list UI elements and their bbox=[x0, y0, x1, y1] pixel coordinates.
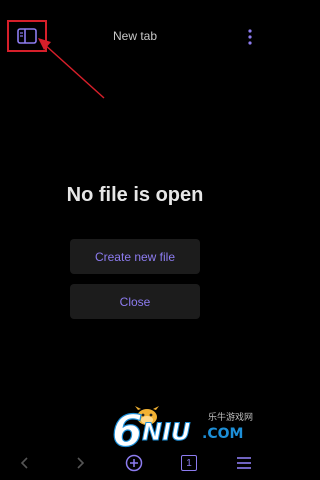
chevron-right-icon bbox=[77, 457, 85, 469]
chevron-left-icon bbox=[20, 457, 28, 469]
hamburger-icon bbox=[237, 457, 251, 469]
tab-count: 1 bbox=[181, 455, 197, 471]
more-options-button[interactable] bbox=[244, 28, 256, 46]
plus-circle-icon bbox=[125, 454, 143, 472]
menu-button[interactable] bbox=[233, 452, 255, 474]
watermark-cn-text: 乐牛游戏网 bbox=[208, 413, 254, 423]
tabs-button[interactable]: 1 bbox=[178, 452, 200, 474]
create-new-file-button[interactable]: Create new file bbox=[70, 239, 200, 274]
bottom-navigation: 1 bbox=[0, 440, 270, 480]
more-vertical-icon bbox=[248, 29, 252, 45]
back-button[interactable] bbox=[14, 452, 36, 474]
empty-state-title: No file is open bbox=[66, 184, 204, 206]
page-title: New tab bbox=[112, 29, 158, 43]
top-bar: New tab bbox=[0, 0, 270, 70]
sidebar-toggle-button[interactable] bbox=[7, 20, 47, 52]
sidebar-icon bbox=[17, 28, 37, 44]
close-button[interactable]: Close bbox=[70, 284, 200, 319]
forward-button[interactable] bbox=[69, 452, 91, 474]
cow-mascot-icon bbox=[135, 406, 159, 425]
new-tab-button[interactable] bbox=[123, 452, 145, 474]
